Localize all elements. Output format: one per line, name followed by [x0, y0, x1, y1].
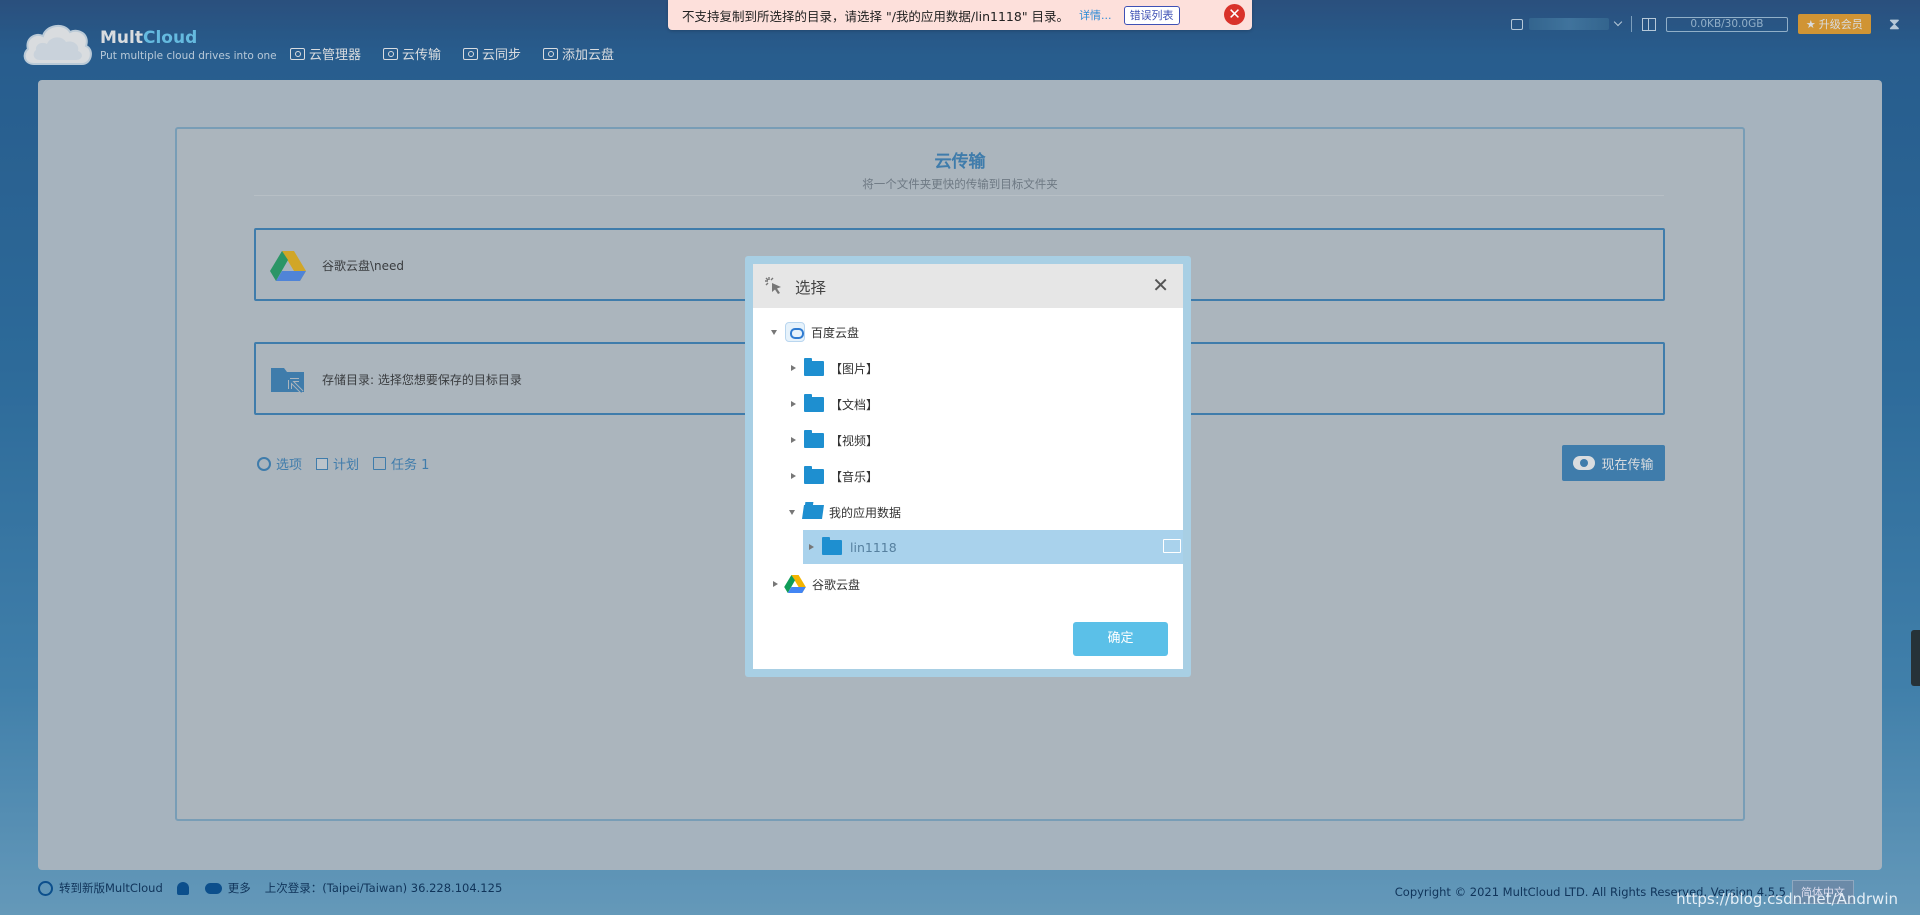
google-drive-icon [784, 575, 806, 593]
tree-node-label: 【音乐】 [830, 469, 879, 484]
expand-arrow-icon[interactable] [791, 437, 796, 443]
folder-icon [804, 465, 824, 484]
dialog-header: 选择 ✕ [753, 264, 1183, 308]
error-toast: 不支持复制到所选择的目录，请选择 "/我的应用数据/lin1118" 目录。 详… [668, 0, 1252, 30]
watermark-text: https://blog.csdn.net/Andrwin [1676, 890, 1898, 908]
toast-close-icon[interactable]: ✕ [1224, 4, 1245, 25]
expand-arrow-icon[interactable] [791, 473, 796, 479]
tree-node-folder[interactable]: 【音乐】 [753, 458, 1183, 494]
tree-node-folder[interactable]: 【图片】 [753, 350, 1183, 386]
dialog-title: 选择 [795, 279, 827, 297]
select-dialog: 选择 ✕ 百度云盘 【图片】 【文档】 【视频】 【音乐】 我的应用数据 lin… [753, 264, 1183, 669]
tree-node-baidu[interactable]: 百度云盘 [753, 314, 1183, 350]
tree-node-label: lin1118 [850, 539, 897, 555]
close-icon[interactable]: ✕ [1152, 273, 1169, 297]
error-list-button[interactable]: 错误列表 [1123, 5, 1180, 25]
tree-node-label: 【视频】 [830, 433, 879, 448]
pointer-click-icon [765, 277, 781, 294]
expand-arrow-icon[interactable] [809, 544, 814, 550]
selected-row-content: lin1118 [809, 530, 897, 564]
tree-node-label: 【文档】 [830, 397, 879, 412]
collapse-arrow-icon[interactable] [789, 509, 795, 515]
tree-node-label: 百度云盘 [811, 325, 860, 340]
tree-node-label: 【图片】 [830, 361, 879, 376]
tree-node-label: 谷歌云盘 [812, 577, 861, 592]
confirm-button[interactable]: 确定 [1073, 622, 1168, 656]
side-tab[interactable] [1911, 630, 1920, 686]
expand-arrow-icon[interactable] [791, 401, 796, 407]
new-folder-icon[interactable] [1163, 539, 1181, 553]
tree-node-google-drive[interactable]: 谷歌云盘 [753, 566, 1183, 602]
new-version-link[interactable]: 转到新版MultCloud [59, 880, 163, 896]
toast-details-link[interactable]: 详情... [1079, 7, 1112, 23]
more-link[interactable]: 更多 [228, 880, 251, 896]
last-login-info: 上次登录：(Taipei/Taiwan) 36.228.104.125 [264, 881, 503, 895]
refresh-icon [38, 880, 53, 896]
folder-open-icon [802, 505, 824, 519]
toast-message: 不支持复制到所选择的目录，请选择 "/我的应用数据/lin1118" 目录。 [682, 8, 1070, 24]
select-dialog-frame: 选择 ✕ 百度云盘 【图片】 【文档】 【视频】 【音乐】 我的应用数据 lin… [745, 256, 1191, 677]
tree-node-folder[interactable]: 我的应用数据 [753, 494, 1183, 530]
footer: 转到新版MultCloud 更多 上次登录：(Taipei/Taiwan) 36… [0, 880, 1920, 904]
tree-node-folder[interactable]: 【视频】 [753, 422, 1183, 458]
folder-icon [804, 393, 824, 412]
folder-icon [822, 536, 842, 555]
tree-node-label: 我的应用数据 [829, 505, 902, 520]
expand-arrow-icon[interactable] [773, 581, 778, 587]
bell-icon[interactable] [176, 881, 189, 895]
expand-arrow-icon[interactable] [791, 365, 796, 371]
baidu-cloud-icon [785, 322, 805, 342]
folder-tree: 百度云盘 【图片】 【文档】 【视频】 【音乐】 我的应用数据 lin1118 … [753, 314, 1183, 602]
selected-row-highlight[interactable]: lin1118 [803, 530, 1183, 564]
collapse-arrow-icon[interactable] [771, 329, 777, 335]
tree-node-folder-selected[interactable]: lin1118 [753, 530, 1183, 566]
cloud-icon [204, 882, 222, 894]
folder-icon [804, 357, 824, 376]
tree-node-folder[interactable]: 【文档】 [753, 386, 1183, 422]
folder-icon [804, 429, 824, 448]
footer-left: 转到新版MultCloud 更多 上次登录：(Taipei/Taiwan) 36… [38, 880, 502, 896]
